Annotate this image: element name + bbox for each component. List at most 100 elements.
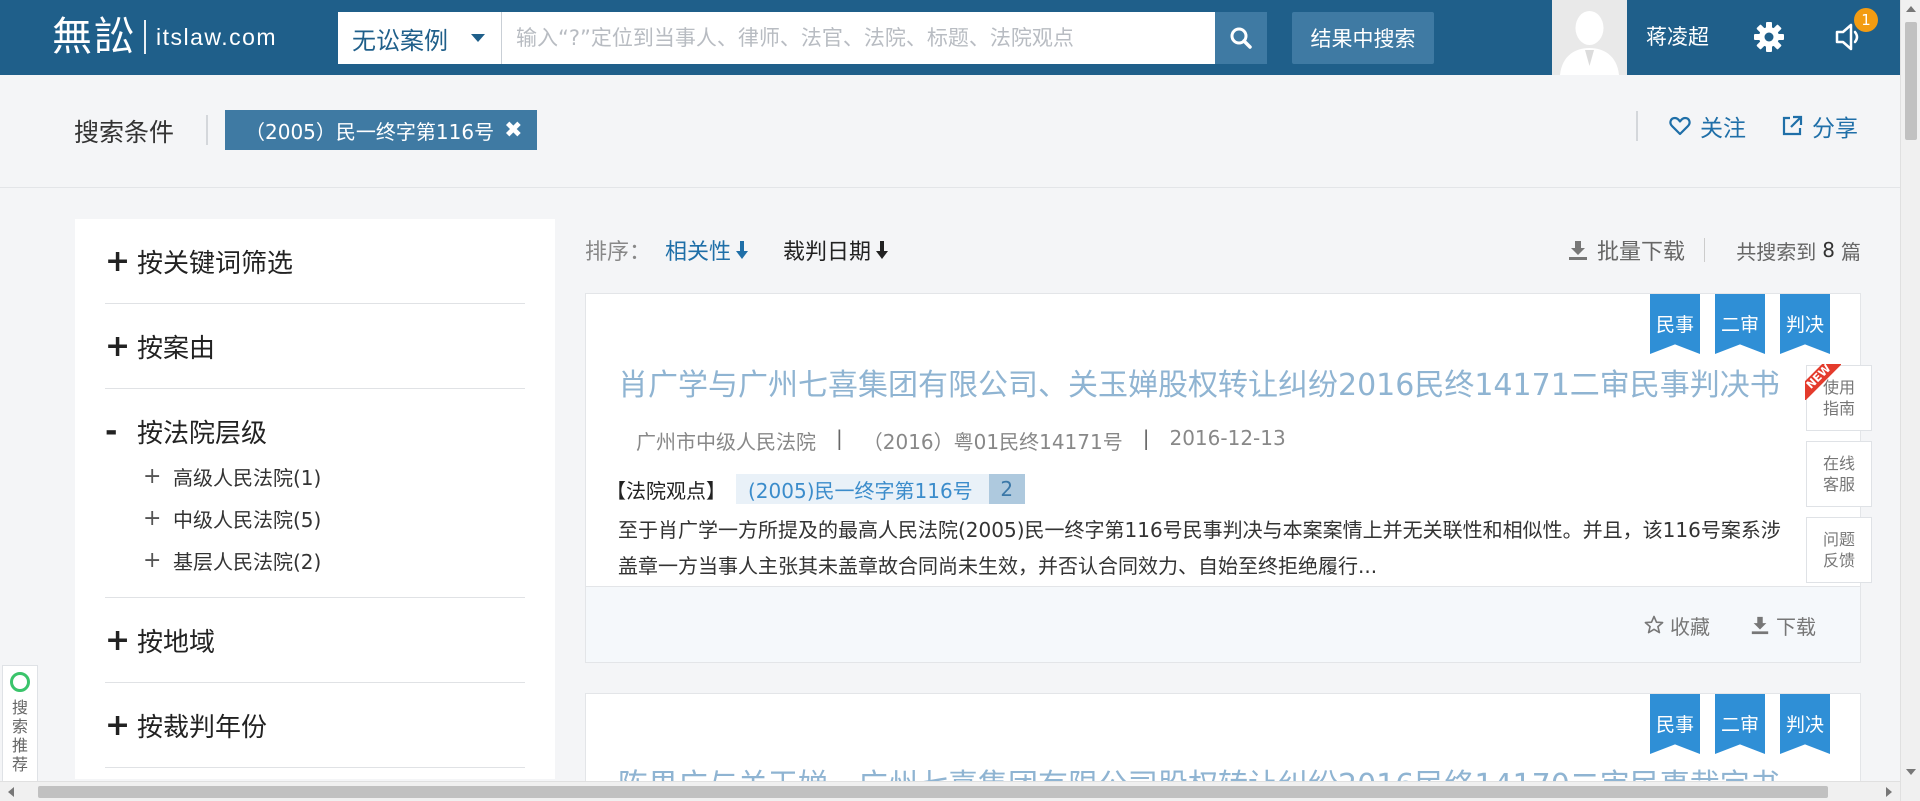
arrow-down-icon: [736, 241, 749, 259]
meta-separator: |: [1142, 426, 1150, 450]
search-input[interactable]: [502, 12, 1215, 64]
sort-relevance-label: 相关性: [665, 240, 732, 265]
search-type-dropdown[interactable]: 无讼案例: [338, 12, 502, 64]
result-date: 2016-12-13: [1169, 426, 1286, 450]
vertical-scroll-thumb[interactable]: [1905, 22, 1917, 140]
excerpt-line: 至于肖广学一方所提及的最高人民法院(2005)民一终字第116号民事判决与本案案…: [618, 518, 1781, 542]
total-prefix: 共搜索到: [1736, 239, 1817, 264]
gear-icon: [1754, 22, 1784, 52]
filter-cause-toggle[interactable]: + 按案由: [105, 304, 525, 388]
batch-download-button[interactable]: 批量下载: [1567, 230, 1685, 270]
filter-panel: + 按关键词筛选 + 按案由 - 按法院层级 + 高级人民法院(1) + 中级人…: [75, 219, 555, 779]
tag-second-instance: 二审: [1715, 694, 1765, 754]
search-in-results-button[interactable]: 结果中搜索: [1292, 12, 1434, 64]
condition-tag-text: （2005）民一终字第116号: [245, 119, 495, 144]
scroll-right-icon[interactable]: [1886, 787, 1892, 797]
search-conditions-bar: 搜索条件 （2005）民一终字第116号 ✖ 关注 分享: [0, 75, 1900, 188]
logo-mark: 無訟: [52, 14, 136, 60]
filter-group-keyword: + 按关键词筛选: [105, 219, 525, 304]
conditions-divider: [206, 115, 208, 145]
court-level-list: + 高级人民法院(1) + 中级人民法院(5) + 基层人民法院(2): [105, 455, 525, 597]
filter-item-label: 基层人民法院(2): [173, 549, 322, 574]
filter-region-toggle[interactable]: + 按地域: [105, 598, 525, 682]
filter-item-basic-court[interactable]: + 基层人民法院(2): [105, 539, 525, 581]
court-view-row: 【法院观点】 (2005)民一终字第116号 2: [606, 474, 1025, 504]
close-icon[interactable]: ✖: [504, 118, 522, 143]
total-suffix: 篇: [1841, 239, 1861, 264]
user-name[interactable]: 蒋凌超: [1646, 0, 1709, 75]
user-avatar[interactable]: [1552, 0, 1627, 75]
sort-by-relevance[interactable]: 相关性: [665, 234, 749, 266]
filter-item-intermediate-court[interactable]: + 中级人民法院(5): [105, 497, 525, 539]
tag-judgment: 判决: [1780, 694, 1830, 754]
arrow-down-icon: [876, 241, 889, 259]
filter-year-toggle[interactable]: + 按裁判年份: [105, 683, 525, 767]
guide-button[interactable]: NEW 使用指南: [1805, 364, 1872, 431]
share-icon: [1782, 115, 1803, 136]
batch-download-label: 批量下载: [1596, 240, 1685, 265]
download-icon: [1568, 241, 1587, 260]
sort-by-date[interactable]: 裁判日期: [783, 234, 889, 266]
settings-button[interactable]: [1752, 20, 1786, 54]
filter-group-court-level: - 按法院层级 + 高级人民法院(1) + 中级人民法院(5) + 基层人民法院…: [105, 389, 525, 598]
total-count: 8: [1822, 238, 1835, 262]
result-meta: 广州市中级人民法院 | （2016）粤01民终14171号 | 2016-12-…: [636, 426, 1286, 455]
scroll-left-icon[interactable]: [8, 787, 14, 797]
plus-icon: +: [143, 463, 162, 489]
meta-separator: |: [836, 426, 843, 450]
vertical-scrollbar[interactable]: [1900, 0, 1920, 801]
scroll-down-icon[interactable]: [1906, 769, 1916, 775]
result-title-link[interactable]: 肖广学与广州七喜集团有限公司、关玉婵股权转让纠纷2016民终14171二审民事判…: [618, 360, 1780, 404]
result-actions: 收藏 下载: [586, 586, 1860, 662]
court-view-label: 【法院观点】: [606, 478, 726, 503]
plus-icon: +: [105, 243, 131, 279]
result-case-number: （2016）粤01民终14171号: [862, 430, 1123, 454]
tag-civil: 民事: [1650, 694, 1700, 754]
download-button[interactable]: 下载: [1750, 587, 1816, 663]
favorite-button[interactable]: 收藏: [1644, 587, 1710, 663]
side-tools: NEW 使用指南 在线客服 问题反馈: [1805, 364, 1872, 593]
share-label: 分享: [1812, 116, 1858, 142]
download-label: 下载: [1776, 614, 1816, 639]
caret-down-icon: [471, 34, 485, 42]
conditions-label: 搜索条件: [74, 118, 175, 147]
result-total: 共搜索到 8 篇: [1736, 230, 1861, 270]
new-badge: NEW: [1805, 364, 1841, 400]
condition-tag[interactable]: （2005）民一终字第116号 ✖: [225, 110, 537, 150]
feedback-label: 问题反馈: [1822, 530, 1855, 570]
plus-icon: +: [105, 707, 131, 743]
sort-date-label: 裁判日期: [783, 240, 872, 265]
filter-label: 按案由: [137, 333, 216, 364]
plus-icon: +: [143, 505, 162, 531]
sort-bar: 排序： 相关性 裁判日期 批量下载 共搜索到 8 篇: [585, 230, 1861, 270]
feedback-button[interactable]: 问题反馈: [1806, 517, 1872, 583]
case-tags: 民事 二审 判决: [1650, 694, 1830, 754]
horizontal-scrollbar[interactable]: [0, 781, 1900, 801]
filter-label: 按地域: [137, 627, 216, 658]
tag-judgment: 判决: [1780, 294, 1830, 354]
site-logo[interactable]: 無訟 itslaw.com: [52, 14, 277, 60]
filter-group-year: + 按裁判年份: [105, 683, 525, 768]
plus-icon: +: [105, 328, 131, 364]
horizontal-scroll-thumb[interactable]: [38, 786, 1828, 798]
excerpt-line: 盖章一方当事人主张其未盖章故合同尚未生效，并否认合同效力、自始至终拒绝履行...: [618, 554, 1378, 578]
plus-icon: +: [105, 622, 131, 658]
minus-icon: -: [105, 413, 118, 449]
court-view-count[interactable]: 2: [988, 474, 1025, 504]
search-button[interactable]: [1215, 12, 1267, 64]
follow-button[interactable]: 关注: [1668, 111, 1746, 142]
filter-item-high-court[interactable]: + 高级人民法院(1): [105, 455, 525, 497]
online-service-button[interactable]: 在线客服: [1806, 441, 1872, 507]
search-icon: [1230, 27, 1252, 49]
filter-keyword-toggle[interactable]: + 按关键词筛选: [105, 219, 525, 303]
search-recommend-label: 搜索推荐: [11, 698, 28, 774]
filter-label: 按裁判年份: [137, 712, 268, 743]
search-bar: 无讼案例: [338, 12, 1267, 64]
scroll-up-icon[interactable]: [1906, 6, 1916, 12]
result-excerpt: 至于肖广学一方所提及的最高人民法院(2005)民一终字第116号民事判决与本案案…: [618, 512, 1838, 584]
logo-separator: [144, 20, 146, 54]
download-icon: [1751, 616, 1769, 635]
recommend-icon: [10, 672, 30, 692]
share-button[interactable]: 分享: [1780, 111, 1858, 142]
court-view-reference[interactable]: (2005)民一终字第116号: [736, 474, 989, 504]
